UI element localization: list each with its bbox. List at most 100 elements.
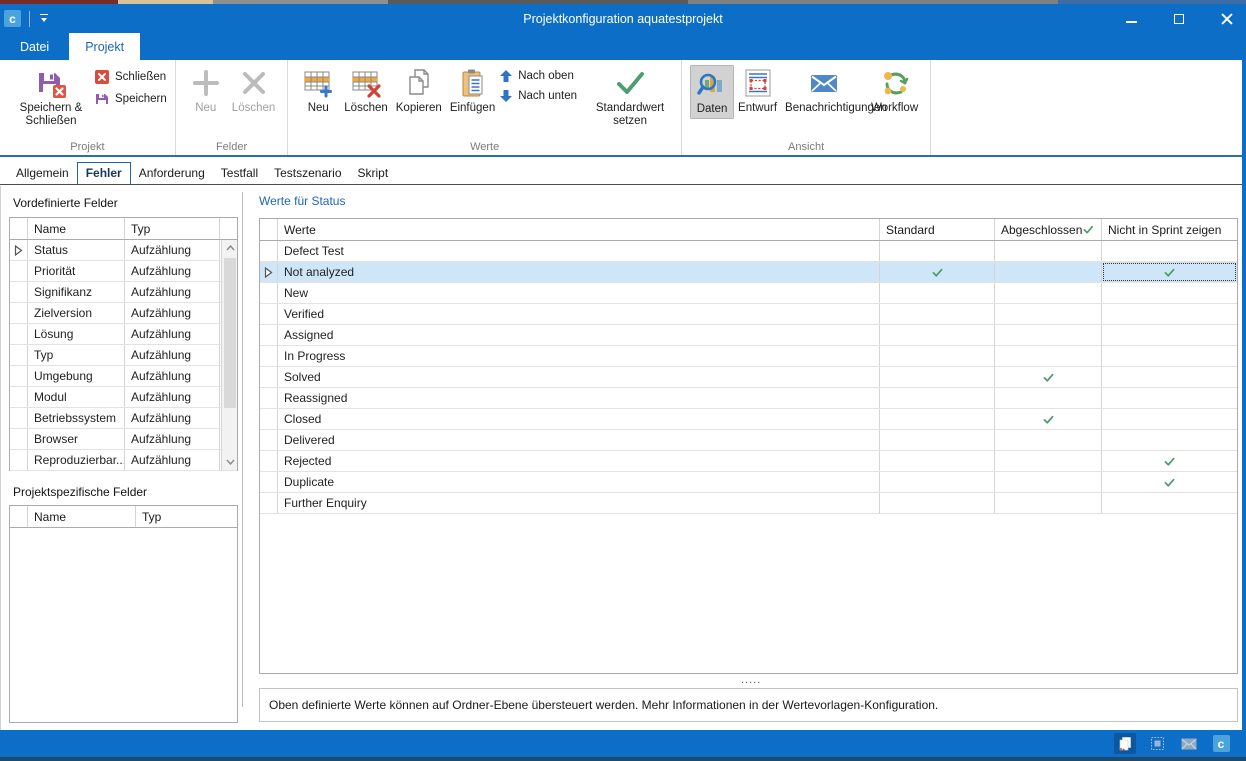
table-row[interactable]: Duplicate xyxy=(260,472,1237,493)
abgeschlossen-cell[interactable] xyxy=(995,325,1102,345)
tab-allgemein[interactable]: Allgemein xyxy=(8,163,77,184)
abgeschlossen-cell[interactable] xyxy=(995,409,1102,429)
nicht-in-sprint-cell[interactable] xyxy=(1102,430,1237,450)
field-name-cell[interactable]: Priorität xyxy=(28,261,125,281)
standard-cell[interactable] xyxy=(880,451,995,471)
table-row[interactable]: BetriebssystemAufzählung xyxy=(10,408,237,429)
splitter-dots[interactable]: ..... xyxy=(741,674,761,686)
view-design-button[interactable]: Entwurf xyxy=(734,65,781,117)
tab-anforderung[interactable]: Anforderung xyxy=(131,163,213,184)
move-up-button[interactable]: Nach oben xyxy=(499,69,577,83)
standard-cell[interactable] xyxy=(880,409,995,429)
field-type-cell[interactable]: Aufzählung xyxy=(125,366,220,386)
field-name-cell[interactable]: Reproduzierbar... xyxy=(28,450,125,470)
notifications-button[interactable]: Benachrichtigungen xyxy=(781,65,867,117)
table-row[interactable]: Reproduzierbar...Aufzählung xyxy=(10,450,237,471)
nicht-in-sprint-cell[interactable] xyxy=(1102,388,1237,408)
column-header-name[interactable]: Name xyxy=(28,218,125,239)
value-name-cell[interactable]: Rejected xyxy=(278,451,880,471)
value-name-cell[interactable]: Solved xyxy=(278,367,880,387)
nicht-in-sprint-cell[interactable] xyxy=(1102,367,1237,387)
table-row[interactable]: TypAufzählung xyxy=(10,345,237,366)
table-row[interactable]: ModulAufzählung xyxy=(10,387,237,408)
ribbon-tab-datei[interactable]: Datei xyxy=(4,33,65,60)
abgeschlossen-cell[interactable] xyxy=(995,304,1102,324)
save-and-close-button[interactable]: Speichern & Schließen xyxy=(8,65,94,130)
column-header-typ[interactable]: Typ xyxy=(136,506,237,527)
workflow-button[interactable]: Workflow xyxy=(867,65,922,117)
abgeschlossen-cell[interactable] xyxy=(995,493,1102,513)
standard-cell[interactable] xyxy=(880,262,995,282)
column-header-typ[interactable]: Typ xyxy=(125,218,220,239)
field-type-cell[interactable]: Aufzählung xyxy=(125,240,220,260)
value-name-cell[interactable]: In Progress xyxy=(278,346,880,366)
table-row[interactable]: SignifikanzAufzählung xyxy=(10,282,237,303)
value-name-cell[interactable]: Assigned xyxy=(278,325,880,345)
table-row[interactable]: StatusAufzählung xyxy=(10,240,237,261)
abgeschlossen-cell[interactable] xyxy=(995,262,1102,282)
table-row[interactable]: New xyxy=(260,283,1237,304)
save-button[interactable]: Speichern xyxy=(94,91,167,107)
scroll-down-icon[interactable] xyxy=(222,454,238,470)
nicht-in-sprint-cell[interactable] xyxy=(1102,409,1237,429)
field-type-cell[interactable]: Aufzählung xyxy=(125,324,220,344)
field-type-cell[interactable]: Aufzählung xyxy=(125,429,220,449)
abgeschlossen-cell[interactable] xyxy=(995,388,1102,408)
column-header-nicht-in-sprint[interactable]: Nicht in Sprint zeigen xyxy=(1102,219,1237,240)
table-row[interactable]: Reassigned xyxy=(260,388,1237,409)
value-name-cell[interactable]: Closed xyxy=(278,409,880,429)
table-row[interactable]: In Progress xyxy=(260,346,1237,367)
nicht-in-sprint-cell[interactable] xyxy=(1102,451,1237,471)
nicht-in-sprint-cell[interactable] xyxy=(1102,283,1237,303)
move-down-button[interactable]: Nach unten xyxy=(499,89,577,103)
new-value-button[interactable]: Neu xyxy=(296,65,340,117)
nicht-in-sprint-cell[interactable] xyxy=(1102,304,1237,324)
value-name-cell[interactable]: Defect Test xyxy=(278,241,880,261)
tab-testszenario[interactable]: Testszenario xyxy=(266,163,349,184)
quick-access-dropdown-icon[interactable] xyxy=(38,13,50,25)
minimize-button[interactable] xyxy=(1118,8,1144,30)
value-name-cell[interactable]: Further Enquiry xyxy=(278,493,880,513)
vertical-scrollbar[interactable] xyxy=(221,240,237,470)
table-row[interactable]: Delivered xyxy=(260,430,1237,451)
tab-skript[interactable]: Skript xyxy=(350,163,397,184)
paste-button[interactable]: Einfügen xyxy=(446,65,499,117)
standard-cell[interactable] xyxy=(880,430,995,450)
field-name-cell[interactable]: Signifikanz xyxy=(28,282,125,302)
value-name-cell[interactable]: Delivered xyxy=(278,430,880,450)
table-row[interactable]: PrioritätAufzählung xyxy=(10,261,237,282)
column-header-name[interactable]: Name xyxy=(28,506,136,527)
nicht-in-sprint-cell[interactable] xyxy=(1102,493,1237,513)
field-name-cell[interactable]: Typ xyxy=(28,345,125,365)
table-row[interactable]: Assigned xyxy=(260,325,1237,346)
tab-fehler[interactable]: Fehler xyxy=(77,162,131,184)
value-name-cell[interactable]: Verified xyxy=(278,304,880,324)
field-name-cell[interactable]: Modul xyxy=(28,387,125,407)
app-logo-button[interactable]: c xyxy=(1210,733,1232,754)
abgeschlossen-cell[interactable] xyxy=(995,241,1102,261)
tab-testfall[interactable]: Testfall xyxy=(213,163,266,184)
value-name-cell[interactable]: Reassigned xyxy=(278,388,880,408)
maximize-button[interactable] xyxy=(1166,8,1192,30)
table-row[interactable]: UmgebungAufzählung xyxy=(10,366,237,387)
field-name-cell[interactable]: Zielversion xyxy=(28,303,125,323)
ribbon-tab-projekt[interactable]: Projekt xyxy=(69,33,140,60)
abgeschlossen-cell[interactable] xyxy=(995,346,1102,366)
standard-cell[interactable] xyxy=(880,367,995,387)
table-row[interactable]: Defect Test xyxy=(260,241,1237,262)
field-type-cell[interactable]: Aufzählung xyxy=(125,408,220,428)
nicht-in-sprint-cell[interactable] xyxy=(1102,241,1237,261)
table-row[interactable]: Further Enquiry xyxy=(260,493,1237,514)
field-type-cell[interactable]: Aufzählung xyxy=(125,450,220,470)
standard-cell[interactable] xyxy=(880,283,995,303)
table-row[interactable]: BrowserAufzählung xyxy=(10,429,237,450)
standard-cell[interactable] xyxy=(880,346,995,366)
grid-selection-button[interactable] xyxy=(1146,733,1168,754)
abgeschlossen-cell[interactable] xyxy=(995,367,1102,387)
panel-splitter[interactable] xyxy=(242,192,243,707)
field-type-cell[interactable]: Aufzählung xyxy=(125,261,220,281)
field-name-cell[interactable]: Lösung xyxy=(28,324,125,344)
app-icon[interactable]: c xyxy=(4,10,21,27)
table-row[interactable]: Not analyzed xyxy=(260,262,1237,283)
standard-cell[interactable] xyxy=(880,388,995,408)
